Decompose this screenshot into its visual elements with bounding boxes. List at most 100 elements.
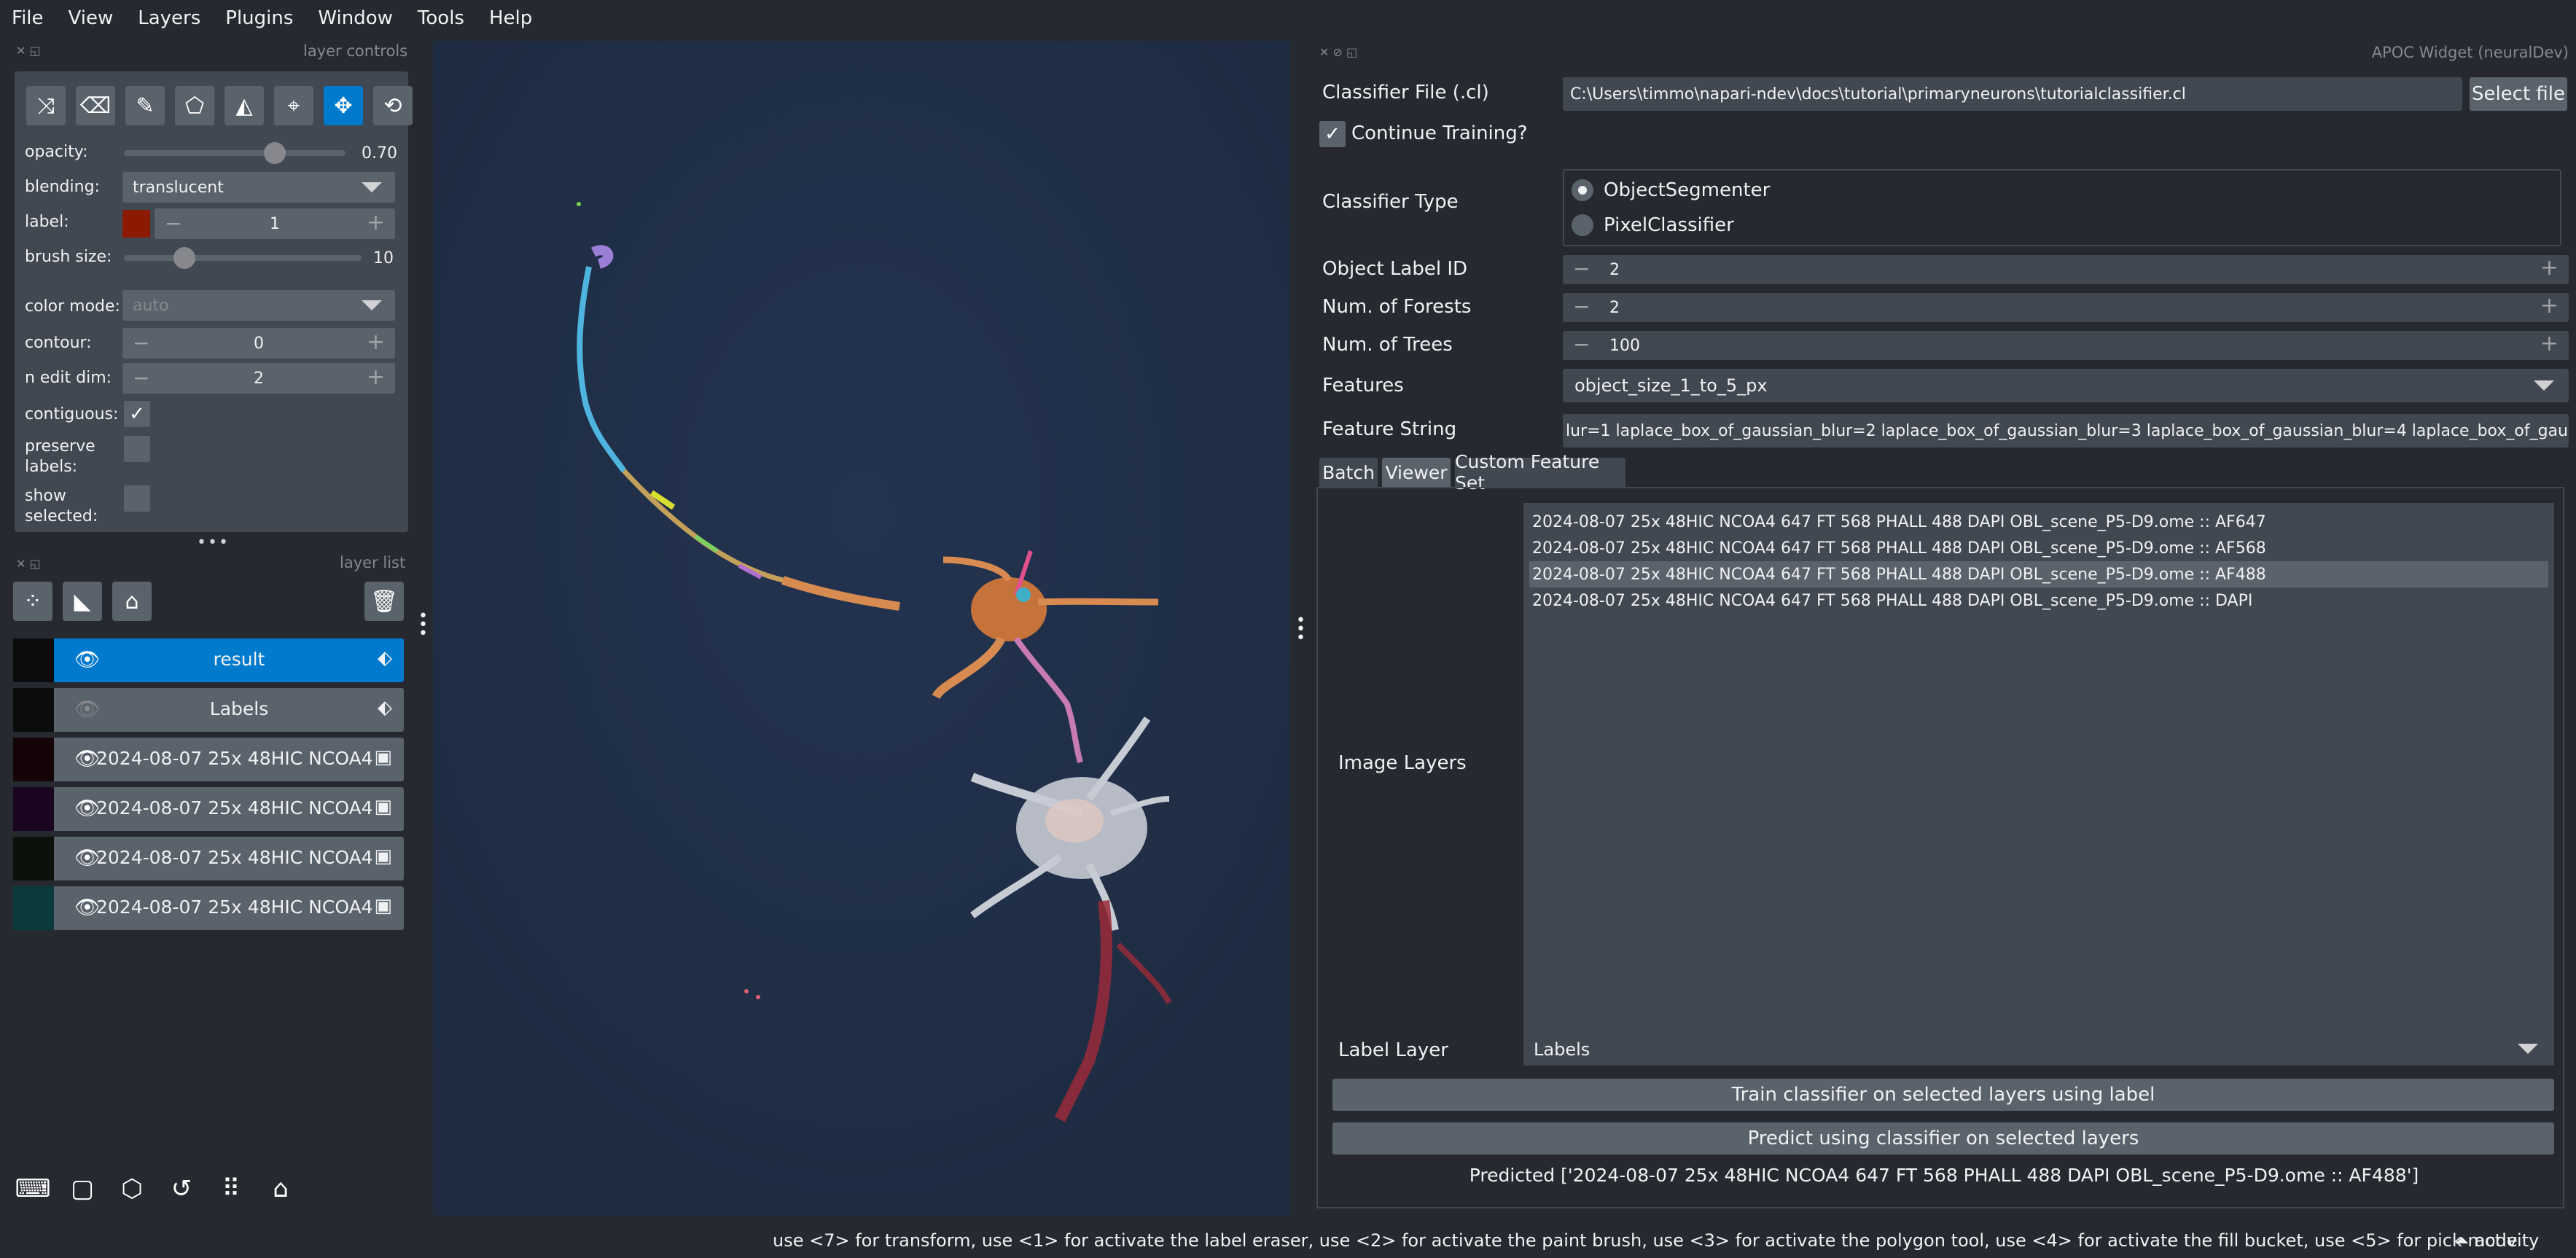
label-layer-select[interactable]: Labels: [1523, 1034, 2554, 1066]
image-icon: ▣: [374, 895, 392, 917]
dock-float-icon[interactable]: ✕ ◱: [16, 557, 41, 571]
shuffle-colors-button[interactable]: ⤨: [26, 86, 66, 125]
splitter-handle-left[interactable]: • • •: [418, 609, 428, 642]
dock-close-icon[interactable]: ✕ ⊘ ◱: [1319, 45, 1357, 59]
new-points-layer-button[interactable]: ⁘: [13, 582, 52, 621]
eye-icon[interactable]: 👁: [74, 647, 101, 671]
new-labels-layer-button[interactable]: ⌂: [112, 582, 152, 621]
classifier-file-input[interactable]: C:\Users\timmo\napari-ndev\docs\tutorial…: [1563, 77, 2462, 111]
list-item[interactable]: 2024-08-07 25x 48HIC NCOA4 647 FT 568 PH…: [1529, 509, 2548, 535]
viewer-canvas[interactable]: [433, 41, 1290, 1216]
status-bar: use <7> for transform, use <1> for activ…: [0, 1224, 2576, 1258]
tab-viewer[interactable]: Viewer: [1382, 458, 1451, 487]
plus-icon[interactable]: +: [2540, 255, 2559, 281]
num-forests-spinbox[interactable]: − 2 +: [1563, 293, 2569, 322]
home-button[interactable]: ⌂: [261, 1169, 300, 1208]
menu-view[interactable]: View: [69, 7, 114, 29]
layer-row-image[interactable]: 👁 2024-08-07 25x 48HIC NCOA4 6... ▣: [13, 837, 404, 880]
brush-size-slider[interactable]: [124, 255, 362, 261]
n-edit-dim-spinbox[interactable]: − 2 +: [122, 363, 395, 394]
pixel-classifier-label: PixelClassifier: [1604, 214, 1734, 236]
eye-hidden-icon[interactable]: 👁: [74, 697, 101, 721]
color-picker-button[interactable]: ⌖: [274, 86, 313, 125]
console-button[interactable]: ⌨: [13, 1169, 52, 1208]
grid-button[interactable]: ⠿: [211, 1169, 251, 1208]
menu-window[interactable]: Window: [318, 7, 393, 29]
menu-tools[interactable]: Tools: [418, 7, 464, 29]
layer-row-image[interactable]: 👁 2024-08-07 25x 48HIC NCOA4 6... ▣: [13, 886, 404, 930]
image-layers-list[interactable]: 2024-08-07 25x 48HIC NCOA4 647 FT 568 PH…: [1523, 503, 2554, 1066]
opacity-slider[interactable]: [124, 150, 346, 156]
activity-button[interactable]: ⏶ activity: [2455, 1230, 2539, 1251]
menu-file[interactable]: File: [12, 7, 44, 29]
splitter-handle-right[interactable]: • • •: [1296, 613, 1305, 646]
polygon-button[interactable]: ⬠: [175, 86, 214, 125]
menu-help[interactable]: Help: [489, 7, 532, 29]
minus-icon[interactable]: −: [1573, 257, 1590, 281]
dock-float-icon[interactable]: ✕ ◱: [16, 44, 41, 58]
contiguous-checkbox[interactable]: ✓: [124, 401, 150, 427]
plus-icon[interactable]: +: [2540, 293, 2559, 319]
minus-icon[interactable]: −: [133, 331, 149, 355]
blending-label: blending:: [25, 178, 100, 196]
select-file-button[interactable]: Select file: [2470, 77, 2567, 111]
contour-spinbox[interactable]: − 0 +: [122, 328, 395, 359]
opacity-value: 0.70: [362, 144, 397, 163]
object-label-id-spinbox[interactable]: − 2 +: [1563, 255, 2569, 284]
opacity-slider-handle[interactable]: [264, 142, 286, 164]
classifier-type-label: Classifier Type: [1322, 191, 1459, 213]
label-spinbox[interactable]: − 1 +: [155, 208, 395, 239]
num-trees-spinbox[interactable]: − 100 +: [1563, 331, 2569, 360]
menu-layers[interactable]: Layers: [138, 7, 200, 29]
color-mode-select[interactable]: auto: [122, 290, 395, 321]
list-item[interactable]: 2024-08-07 25x 48HIC NCOA4 647 FT 568 PH…: [1529, 535, 2548, 561]
show-selected-checkbox[interactable]: [124, 485, 150, 512]
points-icon: ⁘: [23, 588, 42, 614]
layer-row-image[interactable]: 👁 2024-08-07 25x 48HIC NCOA4 6... ▣: [13, 738, 404, 781]
tab-custom-feature-set[interactable]: Custom Feature Set: [1455, 451, 1625, 493]
radio-object-segmenter[interactable]: [1572, 179, 1593, 201]
minus-icon[interactable]: −: [1573, 294, 1590, 319]
predict-classifier-button[interactable]: Predict using classifier on selected lay…: [1332, 1122, 2554, 1155]
plus-icon[interactable]: +: [367, 364, 385, 390]
plus-icon[interactable]: +: [367, 329, 385, 355]
image-layers-label: Image Layers: [1338, 752, 1467, 774]
tab-batch[interactable]: Batch: [1319, 458, 1378, 487]
preserve-labels-checkbox[interactable]: [124, 436, 150, 462]
layer-thumbnail: [13, 837, 54, 880]
fill-bucket-button[interactable]: ◭: [225, 86, 264, 125]
layer-name: 2024-08-07 25x 48HIC NCOA4 6...: [96, 847, 373, 868]
delete-layer-button[interactable]: 🗑: [364, 582, 404, 621]
minus-icon[interactable]: −: [1573, 332, 1590, 356]
features-select[interactable]: object_size_1_to_5_px: [1563, 369, 2569, 402]
ndisplay-button[interactable]: ▢: [63, 1169, 102, 1208]
brush-size-slider-handle[interactable]: [173, 247, 195, 269]
pan-zoom-button[interactable]: ✥: [324, 86, 363, 125]
layer-row-image[interactable]: 👁 2024-08-07 25x 48HIC NCOA4 6... ▣: [13, 787, 404, 831]
layer-thumbnail: [13, 886, 54, 930]
minus-icon[interactable]: −: [165, 211, 182, 235]
feature-string-input[interactable]: lur=1 laplace_box_of_gaussian_blur=2 lap…: [1563, 414, 2569, 448]
radio-pixel-classifier[interactable]: [1572, 214, 1593, 236]
transform-button[interactable]: ⟲: [373, 86, 413, 125]
new-shapes-layer-button[interactable]: ◣: [63, 582, 102, 621]
transpose-button[interactable]: ↺: [162, 1169, 201, 1208]
layer-row-result[interactable]: 👁 result ⬖: [13, 638, 404, 682]
label-color-swatch[interactable]: [122, 210, 150, 238]
plus-icon[interactable]: +: [2540, 331, 2559, 356]
paint-brush-button[interactable]: ✎: [125, 86, 165, 125]
caret-up-icon: ⏶: [2455, 1230, 2475, 1251]
roll-dims-button[interactable]: ⬡: [112, 1169, 152, 1208]
layer-row-labels[interactable]: 👁 Labels ⬖: [13, 688, 404, 732]
list-item[interactable]: 2024-08-07 25x 48HIC NCOA4 647 FT 568 PH…: [1529, 587, 2548, 614]
menu-plugins[interactable]: Plugins: [225, 7, 293, 29]
plus-icon[interactable]: +: [367, 210, 385, 235]
minus-icon[interactable]: −: [133, 366, 149, 390]
continue-training-checkbox[interactable]: ✓: [1319, 121, 1346, 147]
train-classifier-button[interactable]: Train classifier on selected layers usin…: [1332, 1079, 2554, 1111]
dock-splitter-handle[interactable]: •••: [197, 534, 230, 552]
blending-select[interactable]: translucent: [122, 172, 395, 203]
eraser-button[interactable]: ⌫: [76, 86, 115, 125]
preserve-labels-label-2: labels:: [25, 458, 78, 476]
list-item-selected[interactable]: 2024-08-07 25x 48HIC NCOA4 647 FT 568 PH…: [1529, 561, 2548, 587]
